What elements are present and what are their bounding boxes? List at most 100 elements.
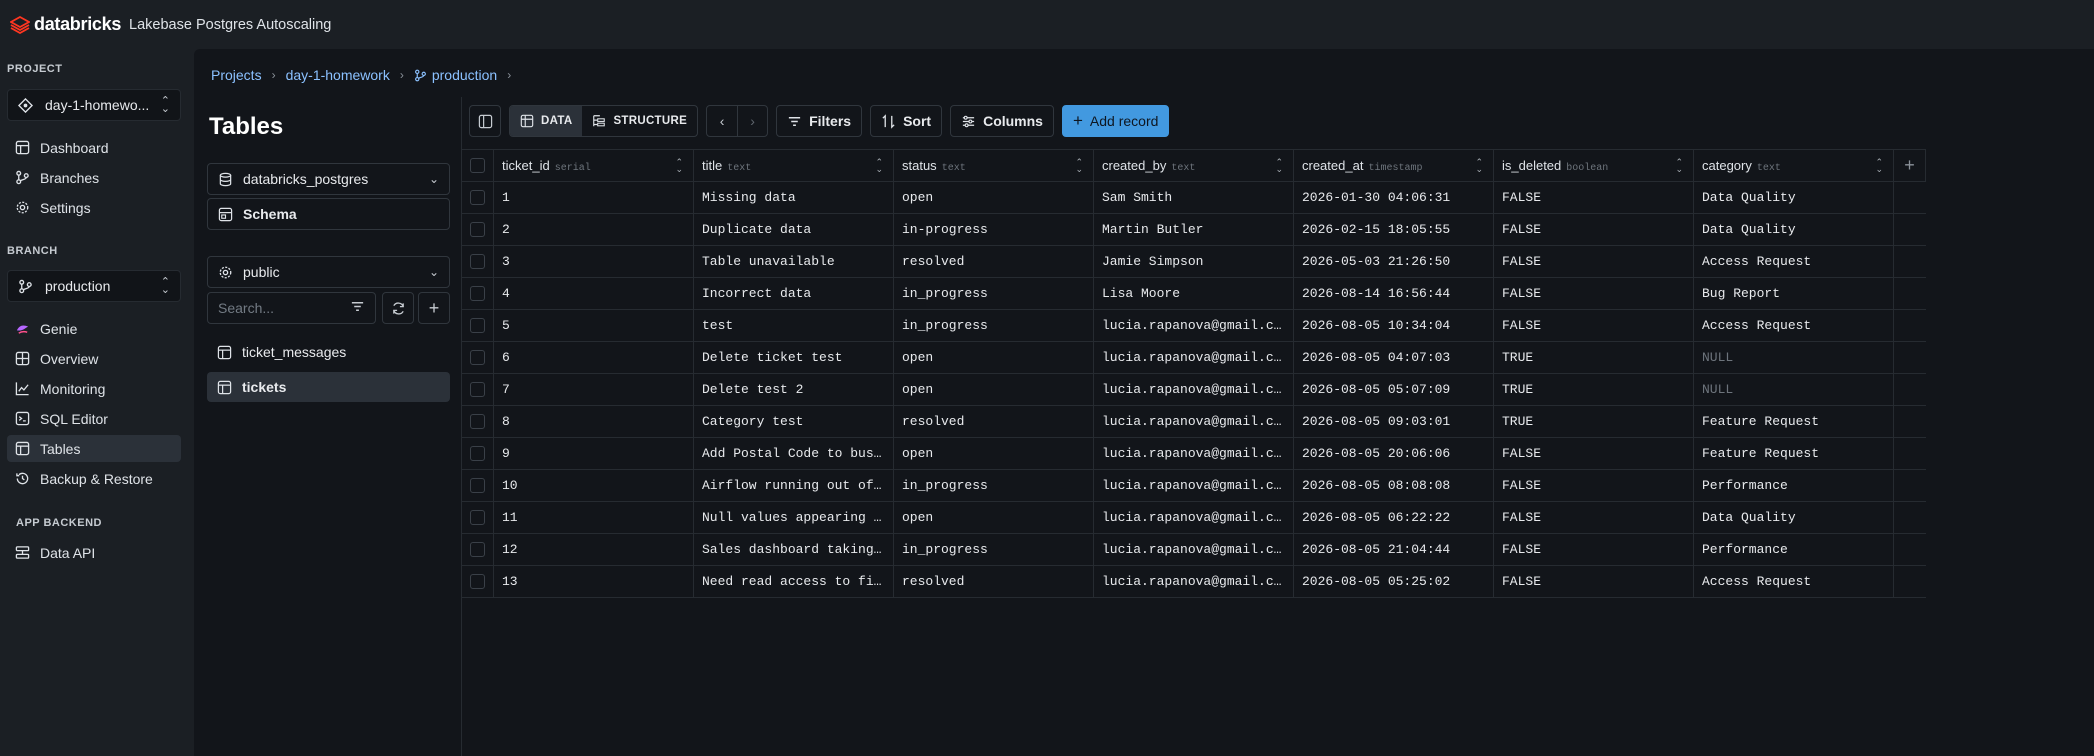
sort-toggle-icon[interactable]: ⌃ ⌄ (675, 157, 683, 173)
sidebar-item-branches[interactable]: Branches (7, 164, 181, 191)
table-row[interactable]: 10 Airflow running out of… in_progress luci… (462, 470, 1926, 502)
cell-category[interactable]: NULL (1694, 342, 1894, 373)
databricks-logo[interactable]: databricks (10, 14, 121, 35)
cell-created-by[interactable]: lucia.rapanova@gmail.c… (1094, 310, 1294, 341)
cell-ticket-id[interactable]: 10 (494, 470, 694, 501)
cell-created-at[interactable]: 2026-08-05 05:07:09 (1294, 374, 1494, 405)
column-header-ticket-id[interactable]: ticket_id serial ⌃ ⌄ (494, 150, 694, 181)
table-row[interactable]: 6 Delete ticket test open lucia.rapanova@gm… (462, 342, 1926, 374)
cell-status[interactable]: open (894, 182, 1094, 213)
cell-category[interactable]: Data Quality (1694, 502, 1894, 533)
row-checkbox[interactable] (470, 414, 485, 429)
table-search-input[interactable] (218, 300, 350, 316)
add-record-button[interactable]: + Add record (1061, 105, 1170, 137)
column-header-category[interactable]: category text ⌃ ⌄ (1694, 150, 1894, 181)
cell-ticket-id[interactable]: 12 (494, 534, 694, 565)
cell-title[interactable]: Null values appearing … (694, 502, 894, 533)
cell-category[interactable]: Bug Report (1694, 278, 1894, 309)
sort-button[interactable]: Sort (870, 105, 943, 137)
refresh-button[interactable] (382, 292, 414, 324)
cell-status[interactable]: open (894, 502, 1094, 533)
row-checkbox[interactable] (470, 446, 485, 461)
cell-is-deleted[interactable]: FALSE (1494, 566, 1694, 597)
cell-title[interactable]: Missing data (694, 182, 894, 213)
cell-category[interactable]: Data Quality (1694, 182, 1894, 213)
cell-title[interactable]: Duplicate data (694, 214, 894, 245)
sort-toggle-icon[interactable]: ⌃ ⌄ (1875, 157, 1883, 173)
cell-ticket-id[interactable]: 7 (494, 374, 694, 405)
cell-ticket-id[interactable]: 6 (494, 342, 694, 373)
column-header-title[interactable]: title text ⌃ ⌄ (694, 150, 894, 181)
row-checkbox[interactable] (470, 350, 485, 365)
cell-created-at[interactable]: 2026-08-05 20:06:06 (1294, 438, 1494, 469)
sidebar-item-sql-editor[interactable]: SQL Editor (7, 405, 181, 432)
cell-is-deleted[interactable]: FALSE (1494, 246, 1694, 277)
column-header-status[interactable]: status text ⌃ ⌄ (894, 150, 1094, 181)
sidebar-item-settings[interactable]: Settings (7, 194, 181, 221)
chevron-left-icon[interactable]: ‹ (707, 106, 737, 136)
cell-created-by[interactable]: lucia.rapanova@gmail.c… (1094, 406, 1294, 437)
sidebar-item-monitoring[interactable]: Monitoring (7, 375, 181, 402)
branch-selector[interactable]: production ⌃ ⌄ (7, 270, 181, 302)
tab-data[interactable]: DATA (510, 106, 583, 136)
sidebar-item-backup-restore[interactable]: Backup & Restore (7, 465, 181, 492)
schema-selector[interactable]: public ⌄ (207, 256, 450, 288)
row-checkbox[interactable] (470, 190, 485, 205)
cell-title[interactable]: Sales dashboard taking… (694, 534, 894, 565)
cell-ticket-id[interactable]: 9 (494, 438, 694, 469)
row-checkbox[interactable] (470, 382, 485, 397)
cell-category[interactable]: Performance (1694, 534, 1894, 565)
breadcrumb-project[interactable]: day-1-homework (286, 67, 390, 83)
toggle-panel-button[interactable] (469, 105, 501, 137)
cell-is-deleted[interactable]: FALSE (1494, 278, 1694, 309)
chevron-right-icon[interactable]: › (737, 106, 767, 136)
sidebar-item-tables[interactable]: Tables (7, 435, 181, 462)
cell-created-at[interactable]: 2026-08-05 08:08:08 (1294, 470, 1494, 501)
column-header-created-at[interactable]: created_at timestamp ⌃ ⌄ (1294, 150, 1494, 181)
select-all-checkbox[interactable] (470, 158, 485, 173)
table-row[interactable]: 8 Category test resolved lucia.rapanova@gma… (462, 406, 1926, 438)
database-selector[interactable]: databricks_postgres ⌄ (207, 163, 450, 195)
cell-is-deleted[interactable]: FALSE (1494, 438, 1694, 469)
breadcrumb-branch[interactable]: production (414, 67, 497, 83)
cell-status[interactable]: resolved (894, 566, 1094, 597)
schema-button[interactable]: Schema (207, 198, 450, 230)
cell-ticket-id[interactable]: 3 (494, 246, 694, 277)
cell-is-deleted[interactable]: TRUE (1494, 406, 1694, 437)
cell-ticket-id[interactable]: 5 (494, 310, 694, 341)
table-item-ticket-messages[interactable]: ticket_messages (207, 337, 450, 367)
cell-title[interactable]: Add Postal Code to bus… (694, 438, 894, 469)
table-row[interactable]: 11 Null values appearing … open lucia.rapan… (462, 502, 1926, 534)
sort-toggle-icon[interactable]: ⌃ ⌄ (1075, 157, 1083, 173)
table-row[interactable]: 4 Incorrect data in_progress Lisa Moore 2026… (462, 278, 1926, 310)
cell-created-by[interactable]: lucia.rapanova@gmail.c… (1094, 502, 1294, 533)
cell-title[interactable]: Delete test 2 (694, 374, 894, 405)
project-selector[interactable]: day-1-homewo... ⌃ ⌄ (7, 89, 181, 121)
cell-created-by[interactable]: lucia.rapanova@gmail.c… (1094, 374, 1294, 405)
cell-status[interactable]: in_progress (894, 470, 1094, 501)
table-item-tickets[interactable]: tickets (207, 372, 450, 402)
cell-created-by[interactable]: lucia.rapanova@gmail.c… (1094, 438, 1294, 469)
row-checkbox[interactable] (470, 542, 485, 557)
table-row[interactable]: 3 Table unavailable resolved Jamie Simpson 2… (462, 246, 1926, 278)
cell-is-deleted[interactable]: FALSE (1494, 214, 1694, 245)
sidebar-item-overview[interactable]: Overview (7, 345, 181, 372)
table-row[interactable]: 13 Need read access to fi… resolved lucia.r… (462, 566, 1926, 598)
add-table-button[interactable]: + (418, 292, 450, 324)
cell-created-at[interactable]: 2026-08-05 10:34:04 (1294, 310, 1494, 341)
cell-ticket-id[interactable]: 8 (494, 406, 694, 437)
cell-ticket-id[interactable]: 1 (494, 182, 694, 213)
cell-status[interactable]: in_progress (894, 278, 1094, 309)
table-row[interactable]: 5 test in_progress lucia.rapanova@gmail.c… 2… (462, 310, 1926, 342)
cell-title[interactable]: test (694, 310, 894, 341)
cell-category[interactable]: Feature Request (1694, 438, 1894, 469)
cell-title[interactable]: Table unavailable (694, 246, 894, 277)
filters-button[interactable]: Filters (776, 105, 863, 137)
cell-title[interactable]: Need read access to fi… (694, 566, 894, 597)
cell-status[interactable]: resolved (894, 406, 1094, 437)
sidebar-item-dashboard[interactable]: Dashboard (7, 134, 181, 161)
cell-status[interactable]: in-progress (894, 214, 1094, 245)
table-row[interactable]: 1 Missing data open Sam Smith 2026-01-30 04:… (462, 182, 1926, 214)
row-checkbox[interactable] (470, 254, 485, 269)
cell-created-at[interactable]: 2026-01-30 04:06:31 (1294, 182, 1494, 213)
